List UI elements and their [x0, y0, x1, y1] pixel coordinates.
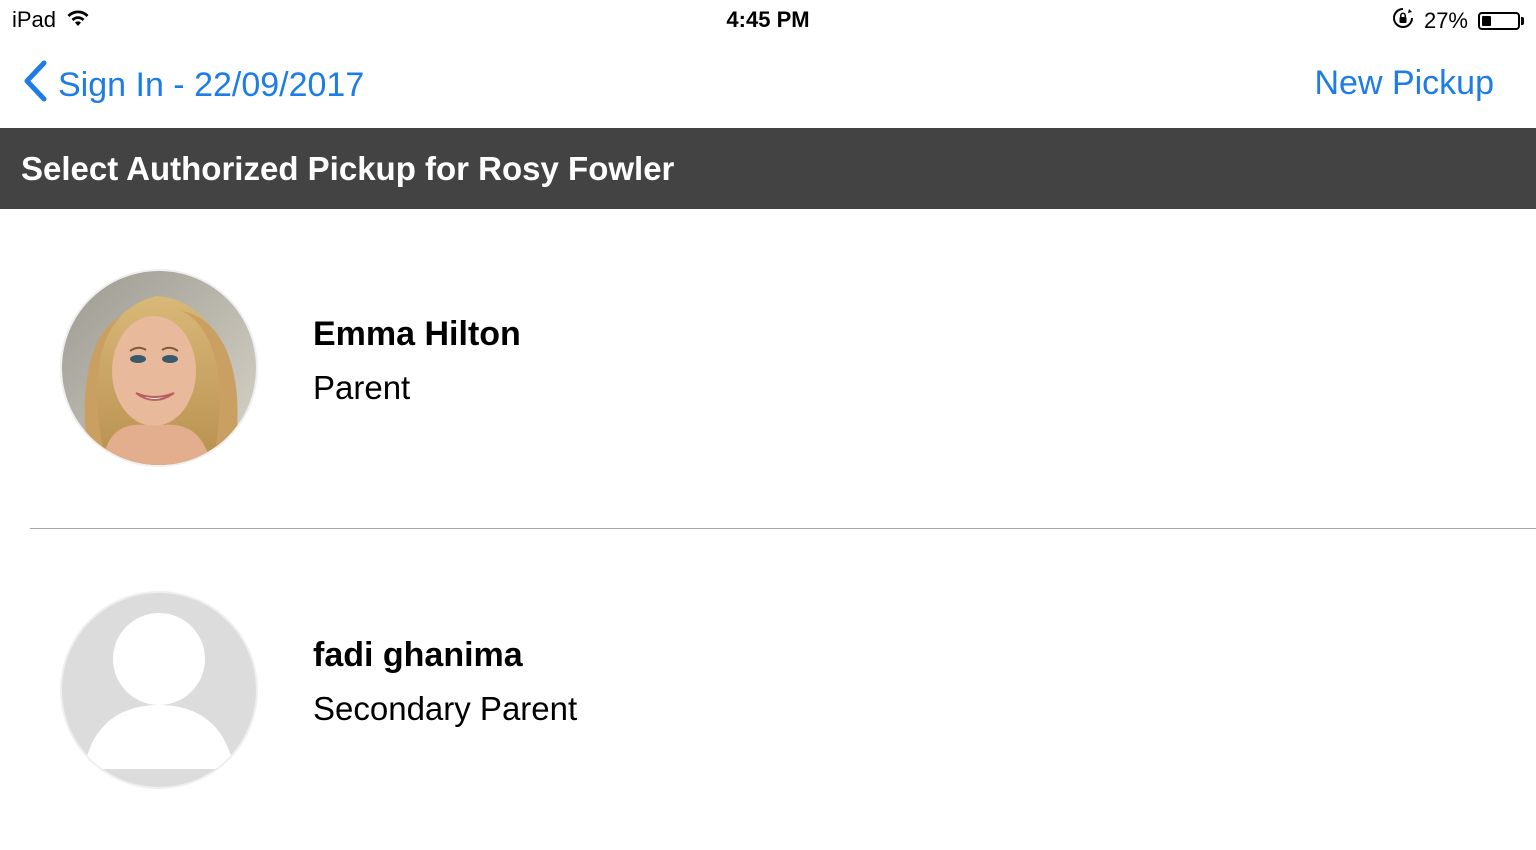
back-button[interactable]: Sign In - 22/09/2017	[22, 60, 364, 111]
status-time: 4:45 PM	[726, 7, 810, 32]
default-person-icon	[60, 591, 258, 789]
section-title: Select Authorized Pickup for Rosy Fowler	[21, 149, 675, 187]
navigation-bar: Sign In - 22/09/2017 New Pickup	[0, 42, 1536, 128]
pickup-name: fadi ghanima	[313, 636, 523, 674]
back-button-label: Sign In - 22/09/2017	[58, 66, 365, 104]
status-right: 27%	[1392, 7, 1524, 35]
battery-icon	[1478, 12, 1520, 30]
row-separator	[30, 528, 1536, 529]
section-header: Select Authorized Pickup for Rosy Fowler	[0, 128, 1536, 209]
status-bar: iPad 4:45 PM 27%	[0, 0, 1536, 42]
chevron-left-icon	[22, 60, 48, 111]
battery-fill	[1482, 16, 1491, 26]
pickup-name: Emma Hilton	[313, 315, 521, 353]
pickup-role: Secondary Parent	[313, 690, 578, 727]
pickup-role: Parent	[313, 369, 411, 406]
battery-percent: 27%	[1423, 8, 1468, 33]
pickup-row-emma-hilton[interactable]: Emma Hilton Parent	[0, 209, 1536, 529]
new-pickup-button[interactable]: New Pickup	[1314, 64, 1494, 103]
orientation-lock-icon	[1392, 7, 1414, 35]
pickup-row-fadi-ghanima[interactable]: fadi ghanima Secondary Parent	[0, 530, 1536, 850]
avatar-photo	[60, 269, 258, 467]
battery-tip	[1521, 17, 1524, 25]
